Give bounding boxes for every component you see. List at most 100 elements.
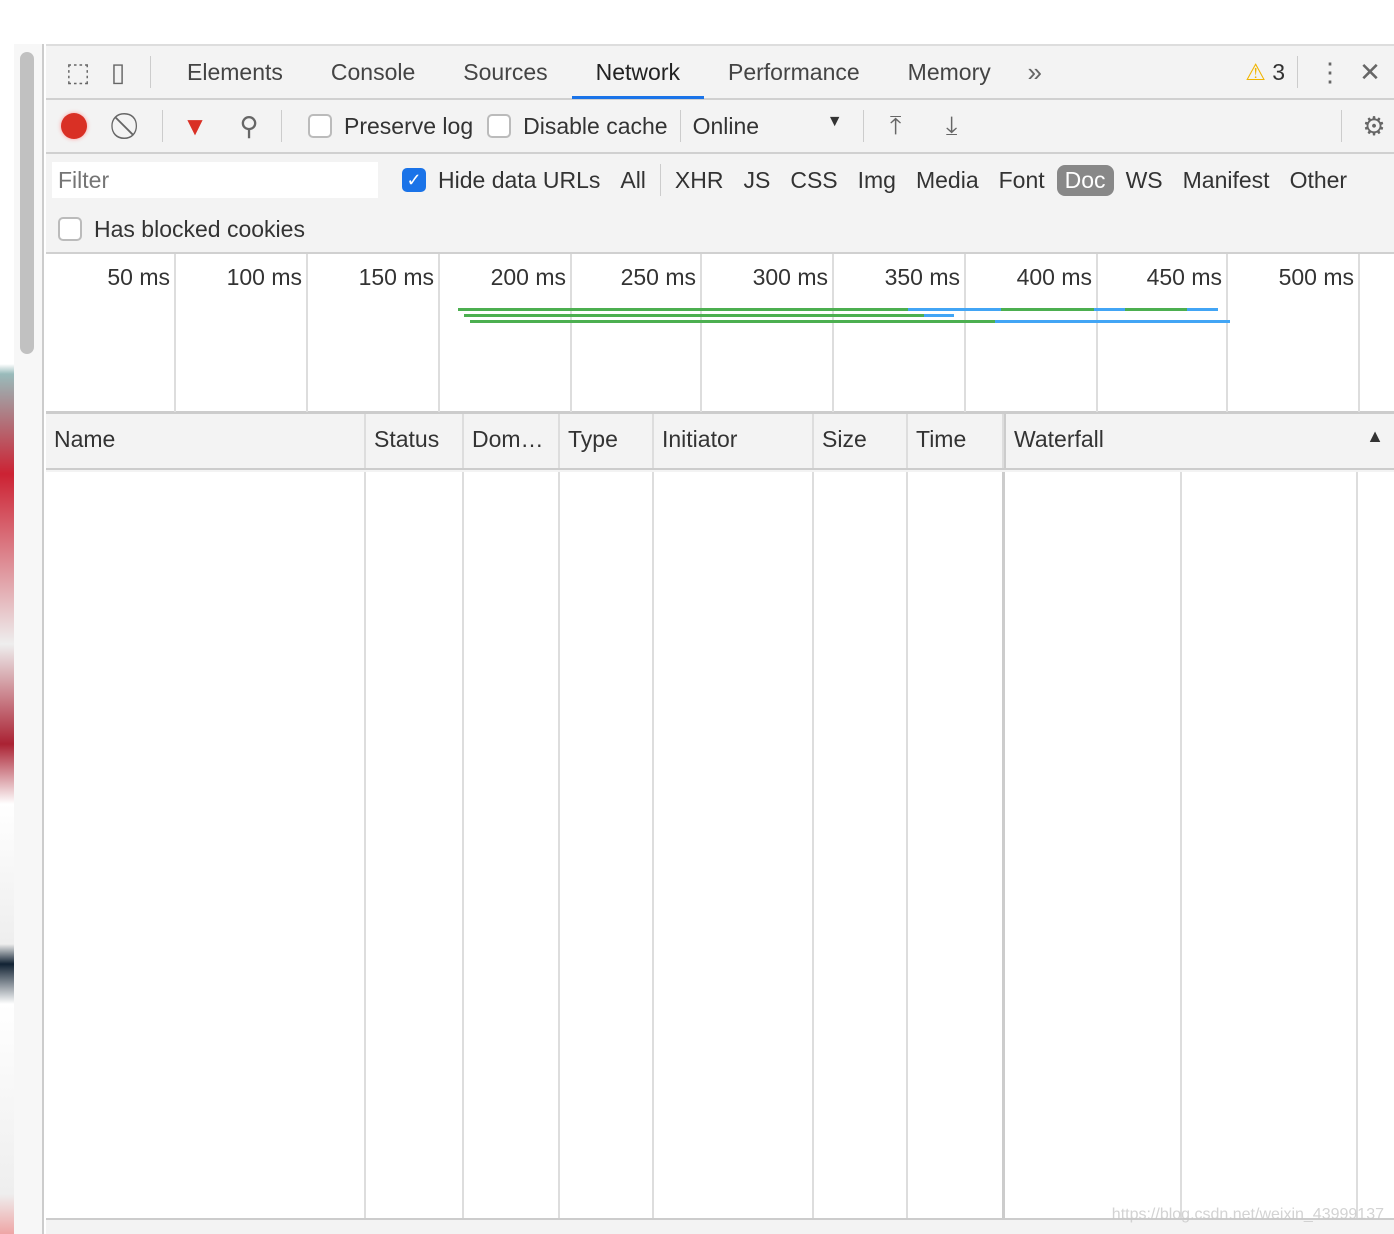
throttle-value: Online (692, 112, 760, 139)
column-waterfall[interactable]: Waterfall ▲ (1004, 414, 1394, 468)
column-initiator[interactable]: Initiator (654, 414, 814, 468)
column-divider (364, 472, 366, 1218)
tab-network[interactable]: Network (571, 45, 704, 99)
overview-tick: 350 ms (834, 254, 966, 412)
column-name[interactable]: Name (46, 414, 366, 468)
divider (1341, 110, 1342, 142)
overview-tick: 150 ms (308, 254, 440, 412)
column-domain[interactable]: Dom… (464, 414, 560, 468)
column-size[interactable]: Size (814, 414, 908, 468)
has-blocked-cookies-label: Has blocked cookies (94, 215, 305, 242)
import-har-icon[interactable]: ⤒ (876, 106, 916, 146)
devtools-panel: ⬚ ▯ Elements Console Sources Network Per… (46, 44, 1394, 1234)
record-icon (61, 113, 87, 139)
type-filter-img[interactable]: Img (850, 165, 904, 196)
settings-gear-icon[interactable]: ⚙ (1354, 106, 1394, 146)
request-bar (464, 314, 924, 317)
record-button[interactable] (54, 106, 94, 146)
page-scrollbar[interactable] (14, 44, 44, 1234)
request-bar (995, 320, 1230, 323)
clear-icon[interactable]: ⃠ (110, 106, 150, 146)
column-divider (652, 472, 654, 1218)
dropdown-arrow-icon: ▼ (826, 112, 843, 130)
filter-bar: ✓ Hide data URLs All XHR JS CSS Img Medi… (46, 154, 1394, 206)
divider (281, 110, 282, 142)
divider (679, 110, 681, 142)
filter-icon[interactable]: ▼ (175, 106, 215, 146)
request-bar (908, 308, 1218, 311)
tab-memory[interactable]: Memory (884, 45, 1015, 99)
overview-tick: 100 ms (176, 254, 308, 412)
request-bar (470, 320, 995, 323)
overview-tick: 250 ms (572, 254, 702, 412)
column-status[interactable]: Status (366, 414, 464, 468)
requests-table-body (46, 472, 1394, 1218)
device-toolbar-icon[interactable]: ▯ (98, 52, 138, 92)
overview-tick: 450 ms (1098, 254, 1228, 412)
close-icon[interactable]: ✕ (1350, 52, 1390, 92)
divider (659, 164, 661, 196)
throttling-select[interactable]: Online ▼ (693, 113, 843, 140)
type-filter-doc[interactable]: Doc (1056, 164, 1114, 196)
disable-cache-label: Disable cache (523, 112, 668, 139)
overview-tick: 300 ms (702, 254, 834, 412)
column-divider (1002, 472, 1005, 1218)
divider (862, 110, 864, 142)
filter-input[interactable] (52, 162, 378, 198)
type-filter-other[interactable]: Other (1282, 165, 1356, 196)
watermark: https://blog.csdn.net/weixin_43999137 (1111, 1206, 1384, 1223)
warnings-count: 3 (1272, 58, 1285, 85)
disable-cache-checkbox[interactable] (487, 114, 512, 138)
column-divider (558, 472, 560, 1218)
network-toolbar: ⃠ ▼ ⚲ Preserve log Disable cache Online ▼… (46, 100, 1394, 154)
tab-elements[interactable]: Elements (163, 45, 307, 99)
divider (1297, 56, 1298, 88)
overview-tick: 500 ms (1228, 254, 1360, 412)
has-blocked-cookies-checkbox[interactable] (58, 217, 82, 241)
type-filter-media[interactable]: Media (908, 165, 987, 196)
tab-console[interactable]: Console (307, 45, 439, 99)
column-divider (812, 472, 814, 1218)
scrollbar-thumb[interactable] (20, 52, 34, 354)
devtools-tabs: ⬚ ▯ Elements Console Sources Network Per… (46, 46, 1394, 100)
type-filter-all[interactable]: All (612, 165, 654, 196)
waterfall-gridline (1180, 472, 1182, 1218)
hide-data-urls-checkbox[interactable]: ✓ (402, 168, 426, 192)
type-filter-xhr[interactable]: XHR (667, 165, 732, 196)
sort-ascending-icon: ▲ (1366, 426, 1384, 446)
request-bar (924, 314, 954, 317)
hide-data-urls-label: Hide data URLs (438, 166, 601, 193)
type-filter-font[interactable]: Font (991, 165, 1053, 196)
waterfall-label: Waterfall (1014, 426, 1104, 452)
type-filter-js[interactable]: JS (735, 165, 778, 196)
blocked-cookies-row: Has blocked cookies (46, 206, 1394, 252)
overview-tick: 50 ms (46, 254, 176, 412)
type-filter-css[interactable]: CSS (782, 165, 845, 196)
column-divider (906, 472, 908, 1218)
export-har-icon[interactable]: ⤓ (932, 106, 972, 146)
warning-icon: ⚠ (1245, 58, 1266, 85)
tab-sources[interactable]: Sources (439, 45, 571, 99)
warnings-badge[interactable]: ⚠ 3 (1245, 59, 1285, 86)
timeline-overview[interactable]: 50 ms 100 ms 150 ms 200 ms 250 ms 300 ms… (46, 252, 1394, 414)
request-bar (458, 308, 908, 311)
more-options-icon[interactable]: ⋮ (1310, 52, 1350, 92)
search-icon[interactable]: ⚲ (229, 106, 269, 146)
overview-tick: 200 ms (440, 254, 572, 412)
tab-performance[interactable]: Performance (704, 45, 884, 99)
preserve-log-label: Preserve log (344, 112, 474, 139)
page-content-edge (0, 44, 14, 1234)
column-divider (462, 472, 464, 1218)
inspect-element-icon[interactable]: ⬚ (58, 52, 98, 92)
requests-table-header: Name Status Dom… Type Initiator Size Tim… (46, 414, 1394, 470)
more-tabs-icon[interactable]: » (1015, 52, 1055, 92)
divider (162, 110, 163, 142)
overview-tick: 400 ms (966, 254, 1098, 412)
divider (150, 56, 151, 88)
type-filter-ws[interactable]: WS (1118, 165, 1171, 196)
column-time[interactable]: Time (908, 414, 1004, 468)
preserve-log-checkbox[interactable] (308, 114, 332, 138)
waterfall-gridline (1356, 472, 1358, 1218)
column-type[interactable]: Type (560, 414, 654, 468)
type-filter-manifest[interactable]: Manifest (1175, 165, 1278, 196)
